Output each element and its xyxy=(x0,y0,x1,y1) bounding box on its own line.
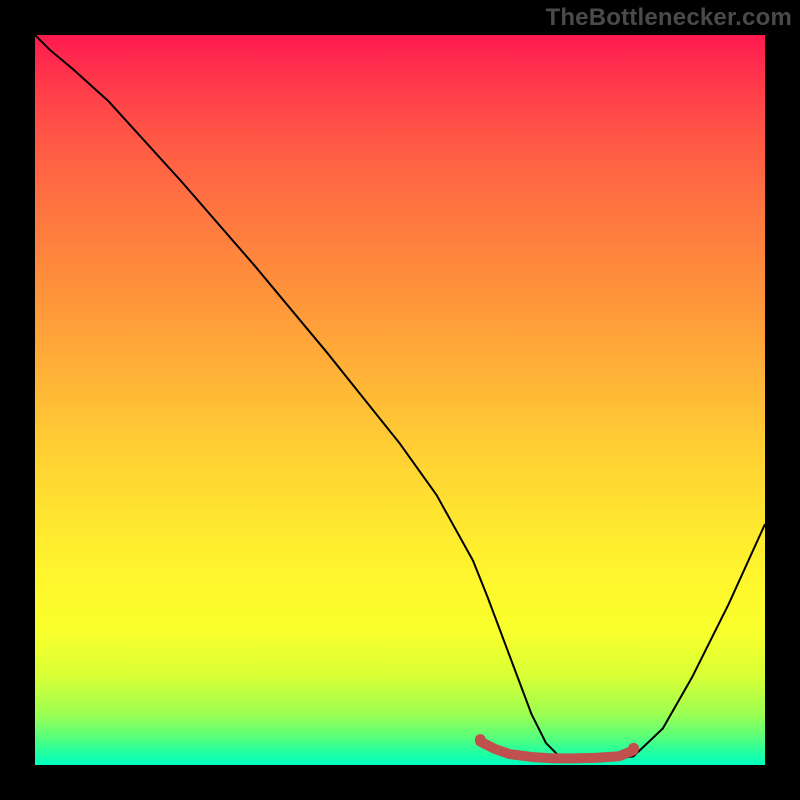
marker-endpoint xyxy=(628,743,639,754)
bottleneck-curve xyxy=(35,35,765,761)
marker-endpoint xyxy=(475,734,486,745)
optimal-range-marker xyxy=(480,742,633,759)
watermark-text: TheBottleneсker.com xyxy=(545,4,792,32)
chart-frame: TheBottleneсker.com xyxy=(0,0,800,800)
chart-svg xyxy=(35,35,765,765)
plot-area xyxy=(35,35,765,765)
